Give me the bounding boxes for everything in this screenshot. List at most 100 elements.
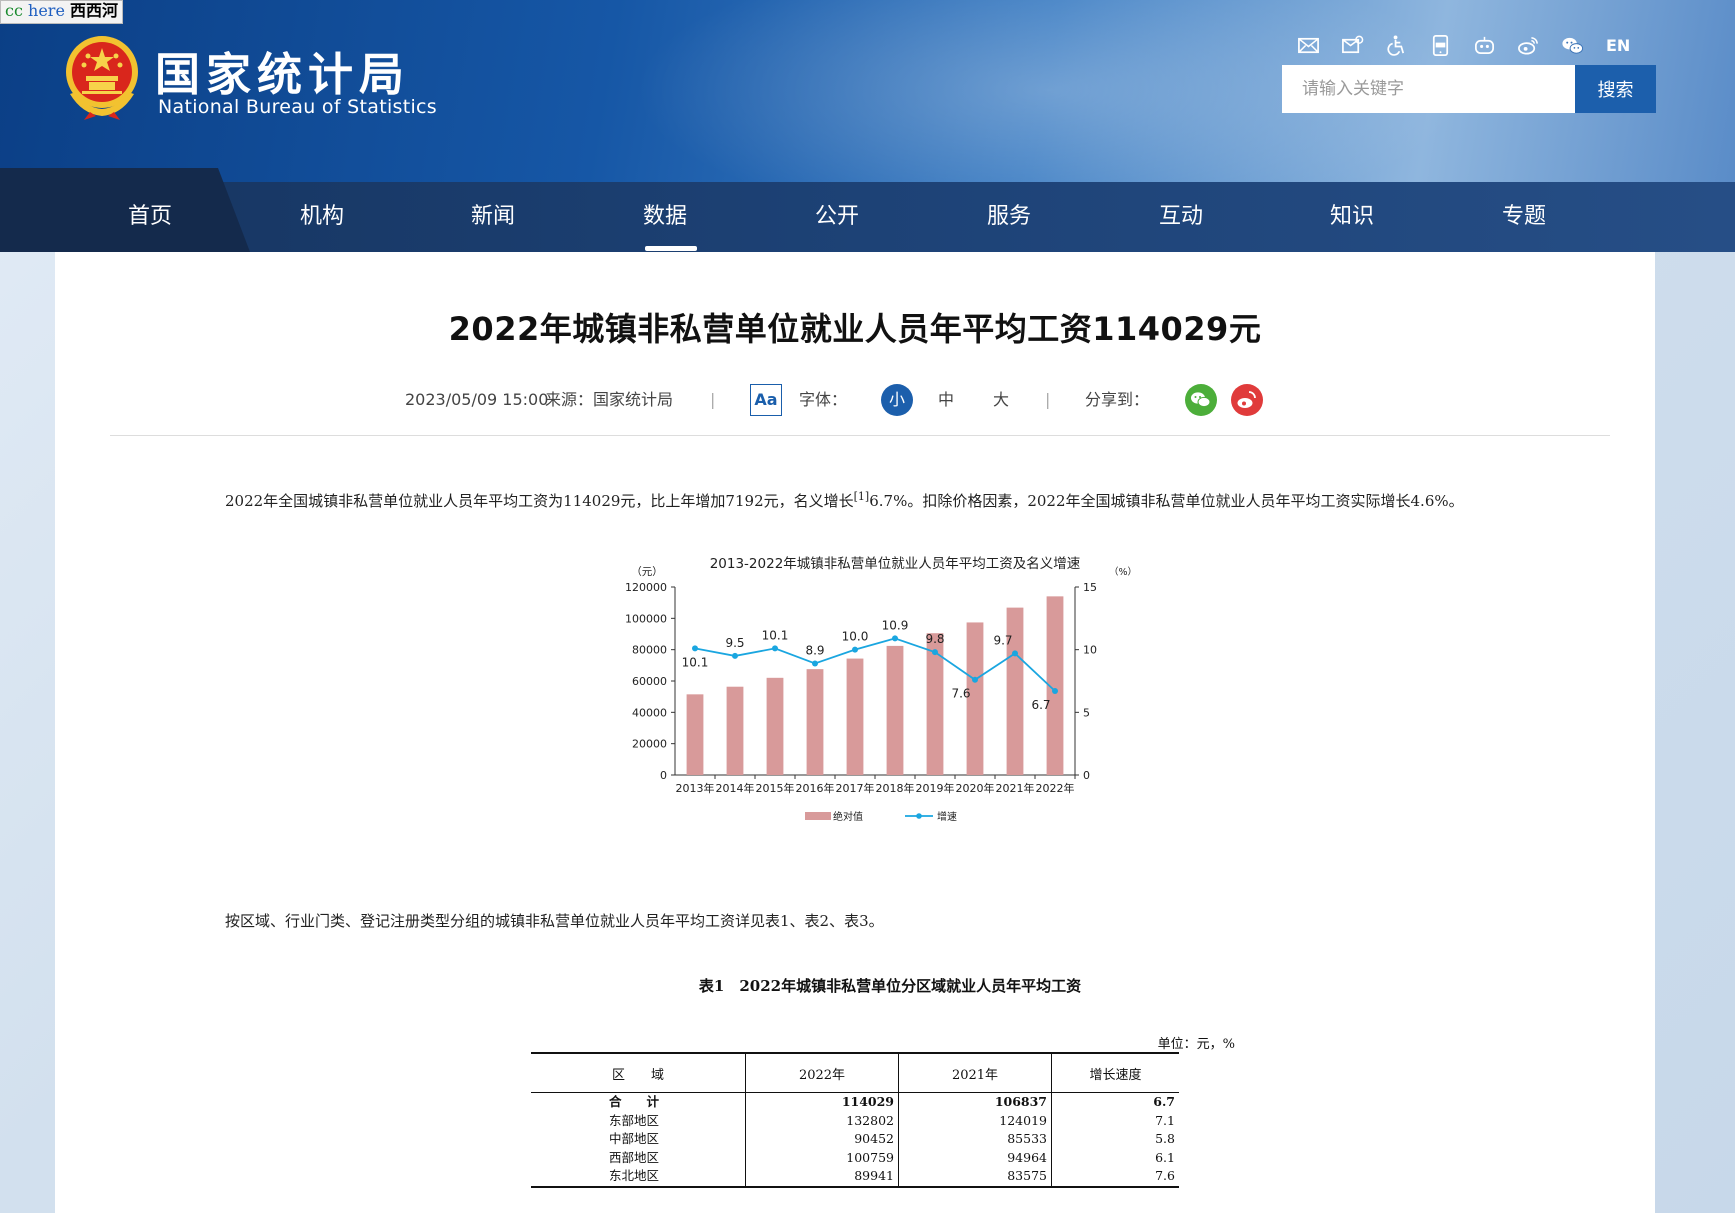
nav-item-home[interactable]: 首页 [90,182,210,252]
growth-data-label: 9.7 [993,633,1012,647]
table-cell: 6.7 [1051,1092,1179,1112]
table-cell: 6.1 [1051,1148,1179,1167]
nav-item-topics[interactable]: 专题 [1464,182,1584,252]
table-header: 增长速度 [1051,1052,1179,1093]
font-size-label: 字体： [799,390,848,409]
nav-item-services[interactable]: 服务 [949,182,1069,252]
cchere-overlay[interactable]: cc here 西西河 [0,0,124,24]
left-axis-tick-label: 100000 [625,612,667,625]
paragraph-text: 2022年全国城镇非私营单位就业人员年平均工资为114029元，比上年增加719… [225,492,854,510]
share-label: 分享到： [1085,390,1150,409]
nav-item-label: 数据 [642,204,687,229]
wage-chart-svg: 2013-2022年城镇非私营单位就业人员年平均工资及名义增速 （元） （%） 0 20… [625,556,1137,823]
accessibility-icon[interactable] [1384,33,1409,58]
table-row: 西部地区 100759 94964 6.1 [531,1148,1179,1167]
table-unit: 单位：元，% [1157,1037,1235,1052]
font-size-medium-button[interactable]: 中 [938,380,954,420]
nav-item-news[interactable]: 新闻 [433,182,553,252]
table-cell: 中部地区 [609,1131,660,1147]
growth-point [932,649,938,656]
table-cell: 东部地区 [609,1112,660,1128]
here-text: here [28,1,65,20]
site-name-cn[interactable]: 国家统计局 [155,38,410,103]
bar [766,677,784,775]
bar [846,658,864,775]
table-cell: 东北地区 [531,1167,746,1188]
article-source: 来源：国家统计局 [545,390,674,409]
weibo-icon[interactable] [1516,33,1541,58]
table-cell: 90452 [745,1130,899,1149]
article-paragraph: 按区域、行业门类、登记注册类型分组的城镇非私营单位就业人员年平均工资详见表1、表… [225,912,884,930]
language-switch-en[interactable]: EN [1606,36,1630,55]
cc-text: cc [5,1,23,20]
growth-data-label: 8.9 [805,643,824,657]
article-title: 2022年城镇非私营单位就业人员年平均工资114029元 [448,310,1262,348]
table-row: 东北地区 89941 83575 7.6 [531,1167,1179,1188]
meta-divider [110,435,1610,436]
right-axis-tick-label: 0 [1083,769,1090,782]
growth-point [972,676,978,683]
main-nav: 首页 机构 新闻 数据 公开 服务 互动 知识 专题 [0,168,1735,252]
wechat-icon[interactable] [1560,33,1585,58]
legend-bar-label: 绝对值 [833,810,863,823]
app-icon[interactable] [1428,33,1453,58]
growth-point [852,646,858,653]
meta-separator: | [1045,390,1051,409]
growth-data-label: 9.8 [925,632,944,646]
right-axis-tick-label: 10 [1083,644,1097,657]
table-row: 合 计 114029 106837 6.7 [531,1092,1179,1112]
growth-point [732,652,738,659]
search-button[interactable]: 搜索 [1575,65,1656,113]
table-header-row: 区 域 2022年 2021年 增长速度 [531,1052,1179,1093]
footnote-ref[interactable]: [1] [854,490,870,503]
x-axis-tick-label: 2016年 [796,781,835,795]
nav-item-label: 专题 [1501,204,1546,229]
article-container: 2022年城镇非私营单位就业人员年平均工资114029元 2023/05/09 … [55,252,1655,1213]
left-axis-tick-label: 80000 [632,644,667,657]
nav-item-knowledge[interactable]: 知识 [1292,182,1412,252]
table-header: 2021年 [898,1052,1052,1093]
table-cell: 83575 [898,1167,1052,1188]
nav-item-disclosure[interactable]: 公开 [777,182,897,252]
header-toolbar: EN [1296,30,1630,60]
font-size-small-button[interactable]: 小 [881,384,913,416]
growth-data-label: 10.1 [682,655,709,669]
nav-item-data[interactable]: 数据 [605,182,725,252]
x-axis-tick-label: 2017年 [836,781,875,795]
growth-point [1052,688,1058,695]
publish-date: 2023/05/09 15:00 [405,390,549,409]
x-axis-tick-label: 2019年 [916,781,955,795]
right-axis-tick-label: 5 [1083,706,1090,719]
national-emblem-icon [66,36,138,120]
table-cell: 85533 [898,1130,1052,1149]
growth-point [812,660,818,667]
mail-settings-icon[interactable] [1340,33,1365,58]
table-cell: 西部地区 [609,1149,660,1165]
nav-item-interaction[interactable]: 互动 [1121,182,1241,252]
growth-data-label: 9.5 [725,636,744,650]
share-wechat-icon[interactable] [1185,384,1217,416]
font-size-icon: Aa [750,384,782,416]
nav-item-label: 机构 [299,204,344,229]
x-axis-tick-label: 2014年 [716,781,755,795]
share-weibo-icon[interactable] [1231,384,1263,416]
search-input[interactable] [1282,65,1575,113]
nav-active-indicator [645,246,697,251]
site-name-en[interactable]: National Bureau of Statistics [158,96,437,118]
x-axis-tick-label: 2022年 [1036,781,1075,795]
bar [726,686,744,775]
paragraph-text: 6.7%。扣除价格因素，2022年全国城镇非私营单位就业人员年平均工资实际增长4… [869,492,1464,510]
mail-icon[interactable] [1296,33,1321,58]
x-axis-tick-label: 2020年 [956,781,995,795]
site-header: 国家统计局 National Bureau of Statistics EN 搜… [0,0,1735,182]
growth-data-label: 10.0 [842,630,869,644]
font-size-large-button[interactable]: 大 [993,380,1009,420]
growth-point [692,645,698,652]
table-cell: 106837 [898,1092,1052,1112]
nav-item-institutions[interactable]: 机构 [262,182,382,252]
left-axis-tick-label: 60000 [632,675,667,688]
x-axis-tick-label: 2021年 [996,781,1035,795]
table-cell: 124019 [898,1111,1052,1130]
robot-icon[interactable] [1472,33,1497,58]
bar [806,669,824,775]
